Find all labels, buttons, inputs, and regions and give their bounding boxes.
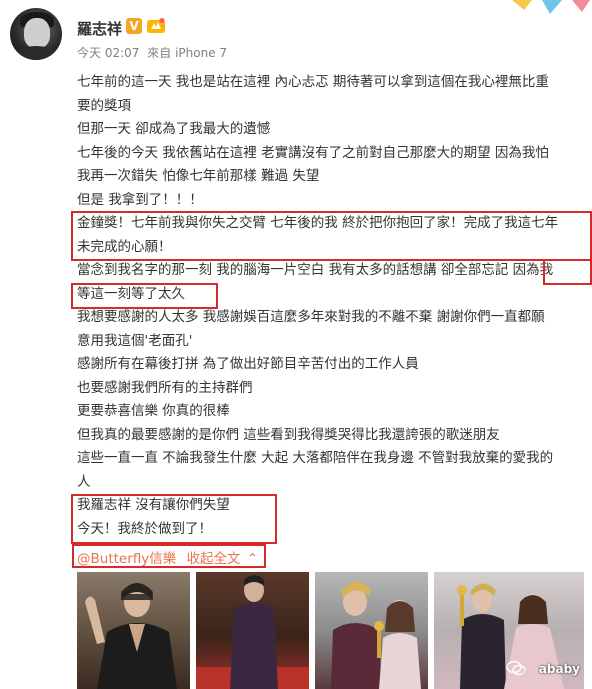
content-line: 但那一天 卻成為了我最大的遺憾 (77, 121, 271, 137)
post-meta: 今天 02:07 來自 iPhone 7 (77, 44, 227, 61)
content-line: 意用我這個'老面孔' (77, 332, 193, 349)
content-line: 這些一直一直 不論我發生什麼 大起 大落都陪伴在我身邊 不管對我放棄的愛我的 (77, 450, 554, 466)
couple-with-trophy-figure (331, 581, 421, 689)
post-photo-2[interactable] (196, 572, 309, 689)
level-badge-icon (147, 18, 165, 33)
content-line: 但我真的最要感謝的是你們 這些看到我得獎哭得比我還誇張的歌迷朋友 (77, 426, 500, 443)
mention-link[interactable]: @Butterfly信樂 (77, 551, 176, 567)
content-line: 也要感謝我們所有的主持群們 (77, 379, 253, 396)
post-source-prefix: 來自 (147, 46, 172, 60)
post-time: 今天 02:07 (77, 46, 140, 60)
person-red-carpet-figure (196, 575, 309, 689)
person-waving-figure (85, 583, 177, 689)
avatar-face (24, 18, 50, 48)
content-line: 七年前的這一天 我也是站在這裡 內心忐忑 期待著可以拿到這個在我心裡無比重 (77, 74, 549, 90)
highlight-box-award (71, 211, 592, 261)
post-source[interactable]: iPhone 7 (175, 46, 227, 60)
content-line: 七年後的今天 我依舊站在這裡 老實講沒有了之前對自己那麼大的期望 因為我怕 (77, 144, 549, 161)
post-photo-3[interactable] (315, 572, 428, 689)
content-line: 人 (77, 473, 91, 490)
collapse-arrow-icon[interactable]: ⌃ (247, 551, 258, 567)
collapse-link[interactable]: 收起全文 (187, 551, 241, 567)
verified-badge-icon: V (126, 18, 142, 34)
highlight-box-waited-start (543, 259, 592, 285)
highlight-box-promise (71, 494, 277, 544)
content-line: 感謝所有在幕後打拼 為了做出好節目辛苦付出的工作人員 (77, 356, 419, 372)
watermark-text: ababy (538, 662, 580, 676)
avatar-body (14, 46, 58, 60)
content-line: 要的獎項 (77, 97, 131, 114)
content-line: 當念到我名字的那一刻 我的腦海一片空白 我有太多的話想講 卻全部忘記 因為我 (77, 262, 554, 278)
content-line: 我再一次錯失 怕像七年前那樣 難過 失望 (77, 168, 320, 184)
content-line: 更要恭喜信樂 你真的很棒 (77, 403, 230, 419)
corner-decoration-icon (512, 0, 590, 14)
content-line: 我想要感謝的人太多 我感謝娛百這麼多年來對我的不離不棄 謝謝你們一直都願 (77, 309, 545, 325)
wechat-icon (506, 660, 526, 676)
username[interactable]: 羅志祥 (77, 18, 122, 39)
post-photo-1[interactable] (77, 572, 190, 689)
content-line: 但是 我拿到了！！！ (77, 191, 203, 208)
highlight-box-waited-end (71, 283, 218, 309)
mention-row: @Butterfly信樂 收起全文 ⌃ (77, 547, 258, 567)
avatar[interactable] (10, 8, 62, 60)
